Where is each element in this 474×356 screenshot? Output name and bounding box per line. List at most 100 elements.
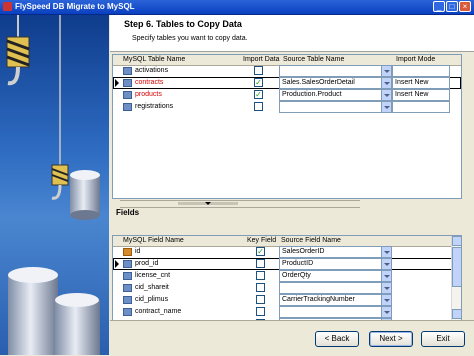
app-icon [3, 2, 12, 11]
chevron-down-icon[interactable] [381, 283, 391, 293]
panel-splitter[interactable] [120, 200, 360, 208]
field-row[interactable]: id ✓ SalesOrderID [113, 246, 461, 258]
crane-database-illustration [6, 15, 100, 355]
column-header-mysql-table-name[interactable]: MySQL Table Name [123, 56, 185, 64]
chevron-down-icon[interactable] [381, 295, 391, 305]
source-table-combo[interactable] [279, 101, 392, 113]
source-table-value: Production.Product [282, 91, 342, 98]
key-field-icon [123, 248, 132, 256]
chevron-down-icon[interactable] [381, 259, 391, 269]
table-icon [123, 67, 132, 75]
field-icon [123, 272, 132, 280]
chevron-down-icon[interactable] [381, 66, 391, 76]
minimize-icon[interactable]: _ [433, 1, 445, 12]
source-field-value: ProductID [282, 260, 314, 267]
import-mode-value: Insert New [395, 91, 429, 98]
table-name: products [135, 91, 162, 98]
fields-label: Fields [116, 208, 140, 217]
source-field-combo[interactable] [279, 282, 392, 294]
fields-grid[interactable]: MySQL Field Name Key Field Source Field … [112, 235, 462, 321]
table-name: contracts [135, 79, 164, 86]
column-header-import-mode[interactable]: Import Mode [396, 56, 435, 64]
field-row[interactable]: prod_id ProductID [113, 258, 461, 270]
import-mode-combo[interactable] [392, 65, 450, 77]
table-row[interactable]: registrations [113, 101, 461, 113]
field-icon [123, 284, 132, 292]
scroll-up-button[interactable] [452, 236, 461, 246]
chevron-down-icon[interactable] [381, 102, 391, 112]
maximize-icon[interactable]: □ [446, 1, 458, 12]
source-field-combo[interactable]: CarrierTrackingNumber [279, 294, 392, 306]
column-header-source-field-name[interactable]: Source Field Name [281, 237, 341, 245]
chevron-down-icon[interactable] [381, 271, 391, 281]
field-row[interactable]: cid_plimus CarrierTrackingNumber [113, 294, 461, 306]
key-field-checkbox[interactable] [256, 259, 265, 268]
next-button[interactable]: Next > [369, 331, 413, 347]
scroll-down-button[interactable] [452, 309, 461, 319]
chevron-down-icon[interactable] [381, 307, 391, 317]
close-icon[interactable]: × [459, 1, 471, 12]
import-mode-value: Insert New [395, 79, 429, 86]
key-field-checkbox[interactable]: ✓ [256, 247, 265, 256]
table-icon [123, 103, 132, 111]
scroll-thumb[interactable] [452, 247, 461, 287]
key-field-checkbox[interactable] [256, 283, 265, 292]
back-button[interactable]: < Back [315, 331, 359, 347]
chevron-down-icon[interactable] [381, 247, 391, 257]
field-row[interactable]: cid_shareit [113, 282, 461, 294]
current-row-indicator-icon [115, 260, 119, 268]
wizard-button-bar: < Back Next > Exit [110, 320, 474, 356]
source-field-combo[interactable]: ProductID [279, 258, 392, 270]
source-field-value: CarrierTrackingNumber [282, 296, 355, 303]
key-field-checkbox[interactable] [256, 271, 265, 280]
key-field-checkbox[interactable] [256, 307, 265, 316]
wizard-artwork [0, 15, 109, 355]
import-data-checkbox[interactable]: ✓ [254, 90, 263, 99]
source-field-combo[interactable]: OrderQty [279, 270, 392, 282]
table-name: activations [135, 67, 169, 74]
source-table-combo[interactable]: Sales.SalesOrderDetail [279, 77, 392, 89]
field-icon [123, 260, 132, 268]
column-header-mysql-field-name[interactable]: MySQL Field Name [123, 237, 184, 245]
field-icon [123, 308, 132, 316]
column-header-import-data[interactable]: Import Data [243, 56, 280, 64]
chevron-down-icon[interactable] [381, 90, 391, 100]
import-data-checkbox[interactable]: ✓ [254, 78, 263, 87]
table-icon [123, 91, 132, 99]
source-field-value: OrderQty [282, 272, 311, 279]
collapse-arrow-icon[interactable] [205, 202, 211, 205]
source-field-combo[interactable] [279, 306, 392, 318]
table-row[interactable]: products ✓ Production.Product Insert New [113, 89, 461, 101]
field-name: license_cnt [135, 272, 171, 279]
column-header-source-table-name[interactable]: Source Table Name [283, 56, 344, 64]
source-table-value: Sales.SalesOrderDetail [282, 79, 355, 86]
table-icon [123, 79, 132, 87]
step-subtitle: Specify tables you want to copy data. [132, 35, 248, 42]
tables-grid[interactable]: MySQL Table Name Import Data Source Tabl… [112, 54, 462, 199]
current-row-indicator-icon [115, 79, 119, 87]
table-row[interactable]: contracts ✓ Sales.SalesOrderDetail Insert N… [113, 77, 461, 89]
source-table-combo[interactable]: Production.Product [279, 89, 392, 101]
import-data-checkbox[interactable] [254, 102, 263, 111]
fields-vertical-scrollbar[interactable] [451, 236, 461, 320]
field-icon [123, 296, 132, 304]
source-field-combo[interactable]: SalesOrderID [279, 246, 392, 258]
import-mode-combo[interactable]: Insert New [392, 77, 450, 89]
field-row[interactable]: contract_name [113, 306, 461, 318]
field-name: cid_shareit [135, 284, 169, 291]
chevron-down-icon[interactable] [381, 78, 391, 88]
import-mode-combo[interactable] [392, 101, 450, 113]
key-field-checkbox[interactable] [256, 295, 265, 304]
source-table-combo[interactable] [279, 65, 392, 77]
field-row[interactable]: license_cnt OrderQty [113, 270, 461, 282]
step-header: Step 6. Tables to Copy Data Specify tabl… [110, 15, 474, 52]
field-name: contract_name [135, 308, 182, 315]
table-row[interactable]: activations [113, 65, 461, 77]
field-name: cid_plimus [135, 296, 169, 303]
field-name: id [135, 248, 141, 255]
exit-button[interactable]: Exit [421, 331, 465, 347]
import-data-checkbox[interactable] [254, 66, 263, 75]
title-bar: FlySpeed DB Migrate to MySQL _ □ × [0, 0, 474, 15]
column-header-key-field[interactable]: Key Field [247, 237, 276, 245]
import-mode-combo[interactable]: Insert New [392, 89, 450, 101]
